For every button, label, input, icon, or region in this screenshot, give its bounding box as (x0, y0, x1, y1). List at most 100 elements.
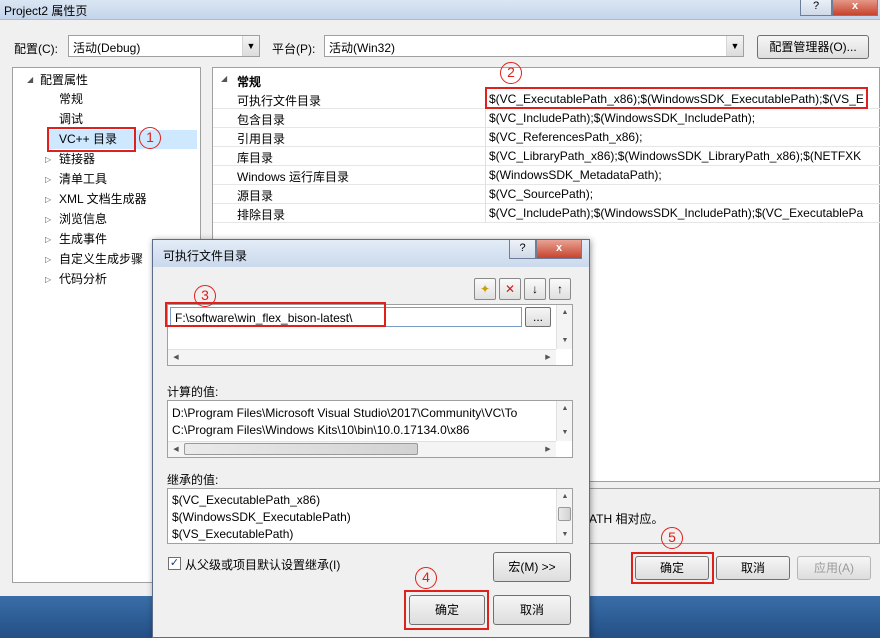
grid-row-value: $(WindowsSDK_MetadataPath); (489, 168, 662, 182)
ok-button[interactable]: 确定 (635, 556, 709, 580)
annotation-marker-4: 4 (415, 567, 437, 589)
grid-row-value: $(VC_ExecutablePath_x86);$(WindowsSDK_Ex… (489, 92, 864, 106)
config-select[interactable]: 活动(Debug) ▼ (68, 35, 260, 57)
dialog-cancel-button[interactable]: 取消 (493, 595, 571, 625)
tree-item-linker[interactable]: 链接器 (59, 150, 95, 169)
scrollbar-thumb[interactable] (558, 507, 571, 521)
inherit-checkbox[interactable]: ✓ (168, 557, 181, 570)
move-down-icon[interactable]: ↓ (524, 278, 546, 300)
evaluated-values: D:\Program Files\Microsoft Visual Studio… (172, 405, 552, 441)
scroll-right-icon[interactable]: ▶ (540, 442, 556, 457)
scroll-up-icon[interactable]: ▲ (557, 401, 573, 417)
tree-collapsed-icon: ▷ (45, 235, 52, 244)
tree-item-custom-build-step[interactable]: 自定义生成步骤 (59, 250, 143, 269)
platform-select[interactable]: 活动(Win32) ▼ (324, 35, 744, 57)
tree-item-debugging[interactable]: 调试 (59, 110, 83, 129)
scroll-down-icon[interactable]: ▼ (557, 425, 573, 441)
new-line-icon[interactable]: ✦ (474, 278, 496, 300)
annotation-marker-1: 1 (139, 127, 161, 149)
cancel-button[interactable]: 取消 (716, 556, 790, 580)
annotation-marker-5: 5 (661, 527, 683, 549)
grid-row[interactable]: 排除目录 $(VC_IncludePath);$(WindowsSDK_Incl… (213, 204, 880, 223)
evaluated-line: C:\Program Files\Windows Kits\10\bin\10.… (172, 423, 470, 437)
help-button[interactable]: ? (800, 0, 832, 16)
grid-row-name: 库目录 (237, 151, 274, 165)
column-divider (485, 147, 486, 166)
column-divider (485, 128, 486, 147)
platform-value: 活动(Win32) (329, 41, 396, 55)
vertical-scrollbar[interactable]: ▲ ▼ (556, 489, 572, 543)
scroll-right-icon[interactable]: ▶ (540, 350, 556, 365)
grid-row[interactable]: Windows 运行库目录 $(WindowsSDK_MetadataPath)… (213, 166, 880, 185)
inherited-values: $(VC_ExecutablePath_x86) $(WindowsSDK_Ex… (172, 492, 552, 543)
inherited-line: $(VC_ExecutablePath_x86) (172, 493, 321, 507)
config-manager-button[interactable]: 配置管理器(O)... (757, 35, 869, 59)
tree-item-code-analysis[interactable]: 代码分析 (59, 270, 107, 289)
grid-row-name: 可执行文件目录 (237, 94, 322, 108)
tree-item-build-events[interactable]: 生成事件 (59, 230, 107, 249)
grid-section-header: ◢ 常规 (213, 71, 880, 90)
tree-item-manifest-tool[interactable]: 清单工具 (59, 170, 107, 189)
tree-item-browse-info[interactable]: 浏览信息 (59, 210, 107, 229)
inherited-line: $(VS_ExecutablePath) (172, 527, 294, 541)
grid-row-value: $(VC_IncludePath);$(WindowsSDK_IncludePa… (489, 206, 864, 220)
apply-button[interactable]: 应用(A) (797, 556, 871, 580)
tree-item-vc-directories[interactable]: VC++ 目录 (47, 130, 197, 149)
grid-section-label: 常规 (237, 75, 262, 89)
evaluated-list: D:\Program Files\Microsoft Visual Studio… (167, 400, 573, 458)
tree-collapsed-icon: ▷ (45, 195, 52, 204)
column-divider (485, 185, 486, 204)
scroll-down-icon[interactable]: ▼ (557, 527, 573, 543)
grid-row-value: $(VC_SourcePath); (489, 187, 594, 201)
close-button[interactable]: x (832, 0, 878, 16)
chevron-down-icon: ▼ (242, 36, 259, 56)
macros-button[interactable]: 宏(M) >> (493, 552, 571, 582)
inherit-checkbox-label[interactable]: 从父级或项目默认设置继承(I) (185, 556, 340, 573)
tree-item-general[interactable]: 常规 (59, 90, 83, 109)
dialog-help-button[interactable]: ? (509, 240, 536, 259)
tree-item-config-properties[interactable]: 配置属性 (40, 71, 88, 90)
description-text: ATH 相对应。 (589, 512, 664, 526)
scrollbar-thumb[interactable] (184, 443, 418, 455)
evaluated-label: 计算的值: (167, 385, 219, 399)
config-label: 配置(C): (14, 42, 58, 56)
dialog-title-bar: 可执行文件目录 ? x (153, 240, 589, 267)
path-input[interactable]: F:\software\win_flex_bison-latest\ (170, 307, 522, 327)
tree-collapsed-icon: ▷ (45, 275, 52, 284)
grid-row[interactable]: 源目录 $(VC_SourcePath); (213, 185, 880, 204)
inherited-label: 继承的值: (167, 473, 219, 487)
column-divider (485, 109, 486, 128)
tree-collapsed-icon: ▷ (45, 175, 52, 184)
vertical-scrollbar[interactable]: ▲ ▼ (556, 401, 572, 441)
vertical-scrollbar[interactable]: ▲ ▼ (556, 305, 572, 349)
grid-row-name: 排除目录 (237, 208, 286, 222)
grid-row[interactable]: 包含目录 $(VC_IncludePath);$(WindowsSDK_Incl… (213, 109, 880, 128)
browse-button[interactable]: ... (525, 307, 551, 327)
tree-expanded-icon: ◢ (27, 75, 34, 84)
scroll-up-icon[interactable]: ▲ (557, 489, 573, 505)
horizontal-scrollbar[interactable]: ◀ ▶ (168, 349, 556, 365)
scroll-up-icon[interactable]: ▲ (557, 305, 573, 321)
grid-row[interactable]: 引用目录 $(VC_ReferencesPath_x86); (213, 128, 880, 147)
scroll-down-icon[interactable]: ▼ (557, 333, 573, 349)
tree-item-xml-doc-generator[interactable]: XML 文档生成器 (59, 190, 147, 209)
grid-row[interactable]: 可执行文件目录 $(VC_ExecutablePath_x86);$(Windo… (213, 90, 880, 109)
scroll-left-icon[interactable]: ◀ (168, 350, 184, 365)
evaluated-line: D:\Program Files\Microsoft Visual Studio… (172, 406, 518, 420)
grid-row[interactable]: 库目录 $(VC_LibraryPath_x86);$(WindowsSDK_L… (213, 147, 880, 166)
horizontal-scrollbar[interactable]: ◀ ▶ (168, 441, 556, 457)
grid-row-value: $(VC_LibraryPath_x86);$(WindowsSDK_Libra… (489, 149, 862, 163)
platform-label: 平台(P): (272, 42, 316, 56)
dialog-ok-button[interactable]: 确定 (409, 595, 485, 625)
scroll-left-icon[interactable]: ◀ (168, 442, 184, 457)
section-collapse-icon: ◢ (221, 74, 228, 83)
executable-dirs-dialog: 可执行文件目录 ? x ✦ ✕ ↓ ↑ F:\software\win_flex… (152, 239, 590, 638)
delete-icon[interactable]: ✕ (499, 278, 521, 300)
tree-collapsed-icon: ▷ (45, 255, 52, 264)
grid-row-value: $(VC_IncludePath);$(WindowsSDK_IncludePa… (489, 111, 756, 125)
annotation-marker-3: 3 (194, 285, 216, 307)
move-up-icon[interactable]: ↑ (549, 278, 571, 300)
path-value: F:\software\win_flex_bison-latest\ (175, 311, 353, 325)
dialog-close-button[interactable]: x (536, 240, 582, 259)
directory-list[interactable]: F:\software\win_flex_bison-latest\ ... ▲… (167, 304, 573, 366)
